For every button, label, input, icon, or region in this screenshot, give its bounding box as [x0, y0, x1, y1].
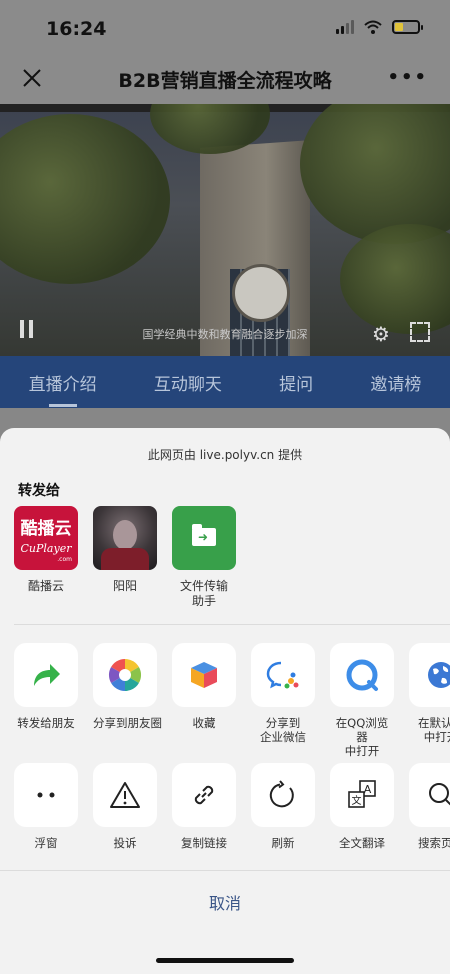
divider	[0, 870, 450, 871]
avatar-logo-tag: .com	[57, 556, 72, 563]
tab-bar: 直播介绍 互动聊天 提问 邀请榜	[0, 356, 450, 408]
translate-icon: A 文	[348, 780, 376, 808]
forward-label: 转发给	[18, 483, 60, 499]
avatar-logo-text: 酷播云	[20, 519, 72, 539]
nav-bar: B2B营销直播全流程攻略 •••	[0, 56, 450, 104]
foliage-image	[0, 114, 170, 284]
qq-browser-icon	[346, 659, 378, 691]
contact-list: 酷播云 CuPlayer .com 酷播云 阳阳 ➜ 文件传输 助手	[14, 506, 236, 609]
divider	[14, 624, 450, 625]
action-label: 搜索页面	[418, 836, 450, 850]
contact-kubo[interactable]: 酷播云 CuPlayer .com 酷播云	[14, 506, 78, 609]
action-label: 转发给朋友	[17, 716, 75, 730]
tab-question[interactable]: 提问	[279, 370, 313, 395]
file-transfer-icon: ➜	[172, 506, 236, 570]
action-label: 投诉	[113, 836, 137, 850]
link-icon	[194, 785, 214, 805]
action-row-1: 转发给朋友 分享到朋友圈 收藏 分享到 企业微信 在QQ浏览器 中打开 在默认 …	[14, 643, 450, 758]
open-default-browser-button[interactable]: 在默认浏 中打开	[409, 643, 450, 758]
fullscreen-icon[interactable]	[410, 322, 430, 342]
action-label: 收藏	[192, 716, 216, 730]
cancel-button[interactable]: 取消	[0, 890, 450, 914]
search-icon	[429, 783, 450, 806]
page-title: B2B营销直播全流程攻略	[118, 70, 332, 92]
foliage-image	[340, 224, 450, 334]
tab-chat[interactable]: 互动聊天	[154, 370, 222, 395]
share-arrow-icon	[34, 664, 60, 686]
float-window-icon	[37, 792, 55, 798]
open-qq-browser-button[interactable]: 在QQ浏览器 中打开	[330, 643, 394, 758]
contact-file-transfer[interactable]: ➜ 文件传输 助手	[172, 506, 236, 609]
status-icons	[336, 20, 423, 34]
globe-icon	[428, 662, 450, 688]
contact-yangyang[interactable]: 阳阳	[93, 506, 157, 609]
action-label: 复制链接	[181, 836, 227, 850]
refresh-button[interactable]: 刷新	[251, 763, 315, 850]
action-label: 分享到朋友圈	[93, 716, 162, 730]
moments-icon	[108, 658, 142, 692]
forward-to-friend-button[interactable]: 转发给朋友	[14, 643, 78, 758]
action-label: 全文翻译	[339, 836, 385, 850]
svg-text:文: 文	[352, 794, 362, 807]
avatar	[93, 506, 157, 570]
share-moments-button[interactable]: 分享到朋友圈	[93, 643, 162, 758]
wifi-icon	[364, 20, 382, 34]
action-label: 浮窗	[34, 836, 58, 850]
tab-intro[interactable]: 直播介绍	[29, 370, 97, 407]
share-wecom-button[interactable]: 分享到 企业微信	[251, 643, 315, 758]
warning-icon	[110, 782, 140, 808]
search-page-button[interactable]: 搜索页面	[409, 763, 450, 850]
tab-invite-rank[interactable]: 邀请榜	[370, 370, 421, 395]
contact-name: 酷播云	[27, 579, 64, 593]
copy-link-button[interactable]: 复制链接	[172, 763, 236, 850]
sheet-source-text: 此网页由 live.polyv.cn 提供	[147, 448, 303, 462]
contact-name: 文件传输 助手	[179, 579, 228, 608]
wecom-icon	[266, 661, 299, 689]
action-label: 在QQ浏览器 中打开	[335, 716, 389, 758]
action-label: 在默认浏 中打开	[418, 716, 450, 744]
contact-name: 阳阳	[112, 579, 137, 593]
action-row-2: 浮窗 投诉 复制链接 刷新 A 文 全文翻译 搜索页	[14, 763, 450, 850]
signal-icon	[336, 20, 354, 34]
status-time: 16:24	[46, 18, 107, 40]
home-indicator[interactable]	[156, 958, 294, 963]
battery-icon	[392, 20, 423, 34]
action-label: 分享到 企业微信	[260, 716, 306, 744]
report-button[interactable]: 投诉	[93, 763, 157, 850]
status-bar: 16:24	[0, 0, 450, 56]
foliage-image	[300, 104, 450, 244]
video-player[interactable]: 国学经典中数和教育融合逐步加深 ⚙	[0, 104, 450, 356]
refresh-icon	[269, 780, 294, 808]
svg-text:A: A	[364, 783, 372, 796]
favorite-cube-icon	[191, 662, 217, 688]
gear-icon[interactable]: ⚙	[372, 322, 390, 346]
avatar-logo-subtext: CuPlayer	[20, 542, 72, 555]
float-window-button[interactable]: 浮窗	[14, 763, 78, 850]
clock-face-image	[232, 264, 290, 322]
favorite-button[interactable]: 收藏	[172, 643, 236, 758]
action-label: 刷新	[271, 836, 295, 850]
share-sheet: 此网页由 live.polyv.cn 提供 转发给 酷播云 CuPlayer .…	[0, 428, 450, 974]
translate-button[interactable]: A 文 全文翻译	[330, 763, 394, 850]
avatar: 酷播云 CuPlayer .com	[14, 506, 78, 570]
